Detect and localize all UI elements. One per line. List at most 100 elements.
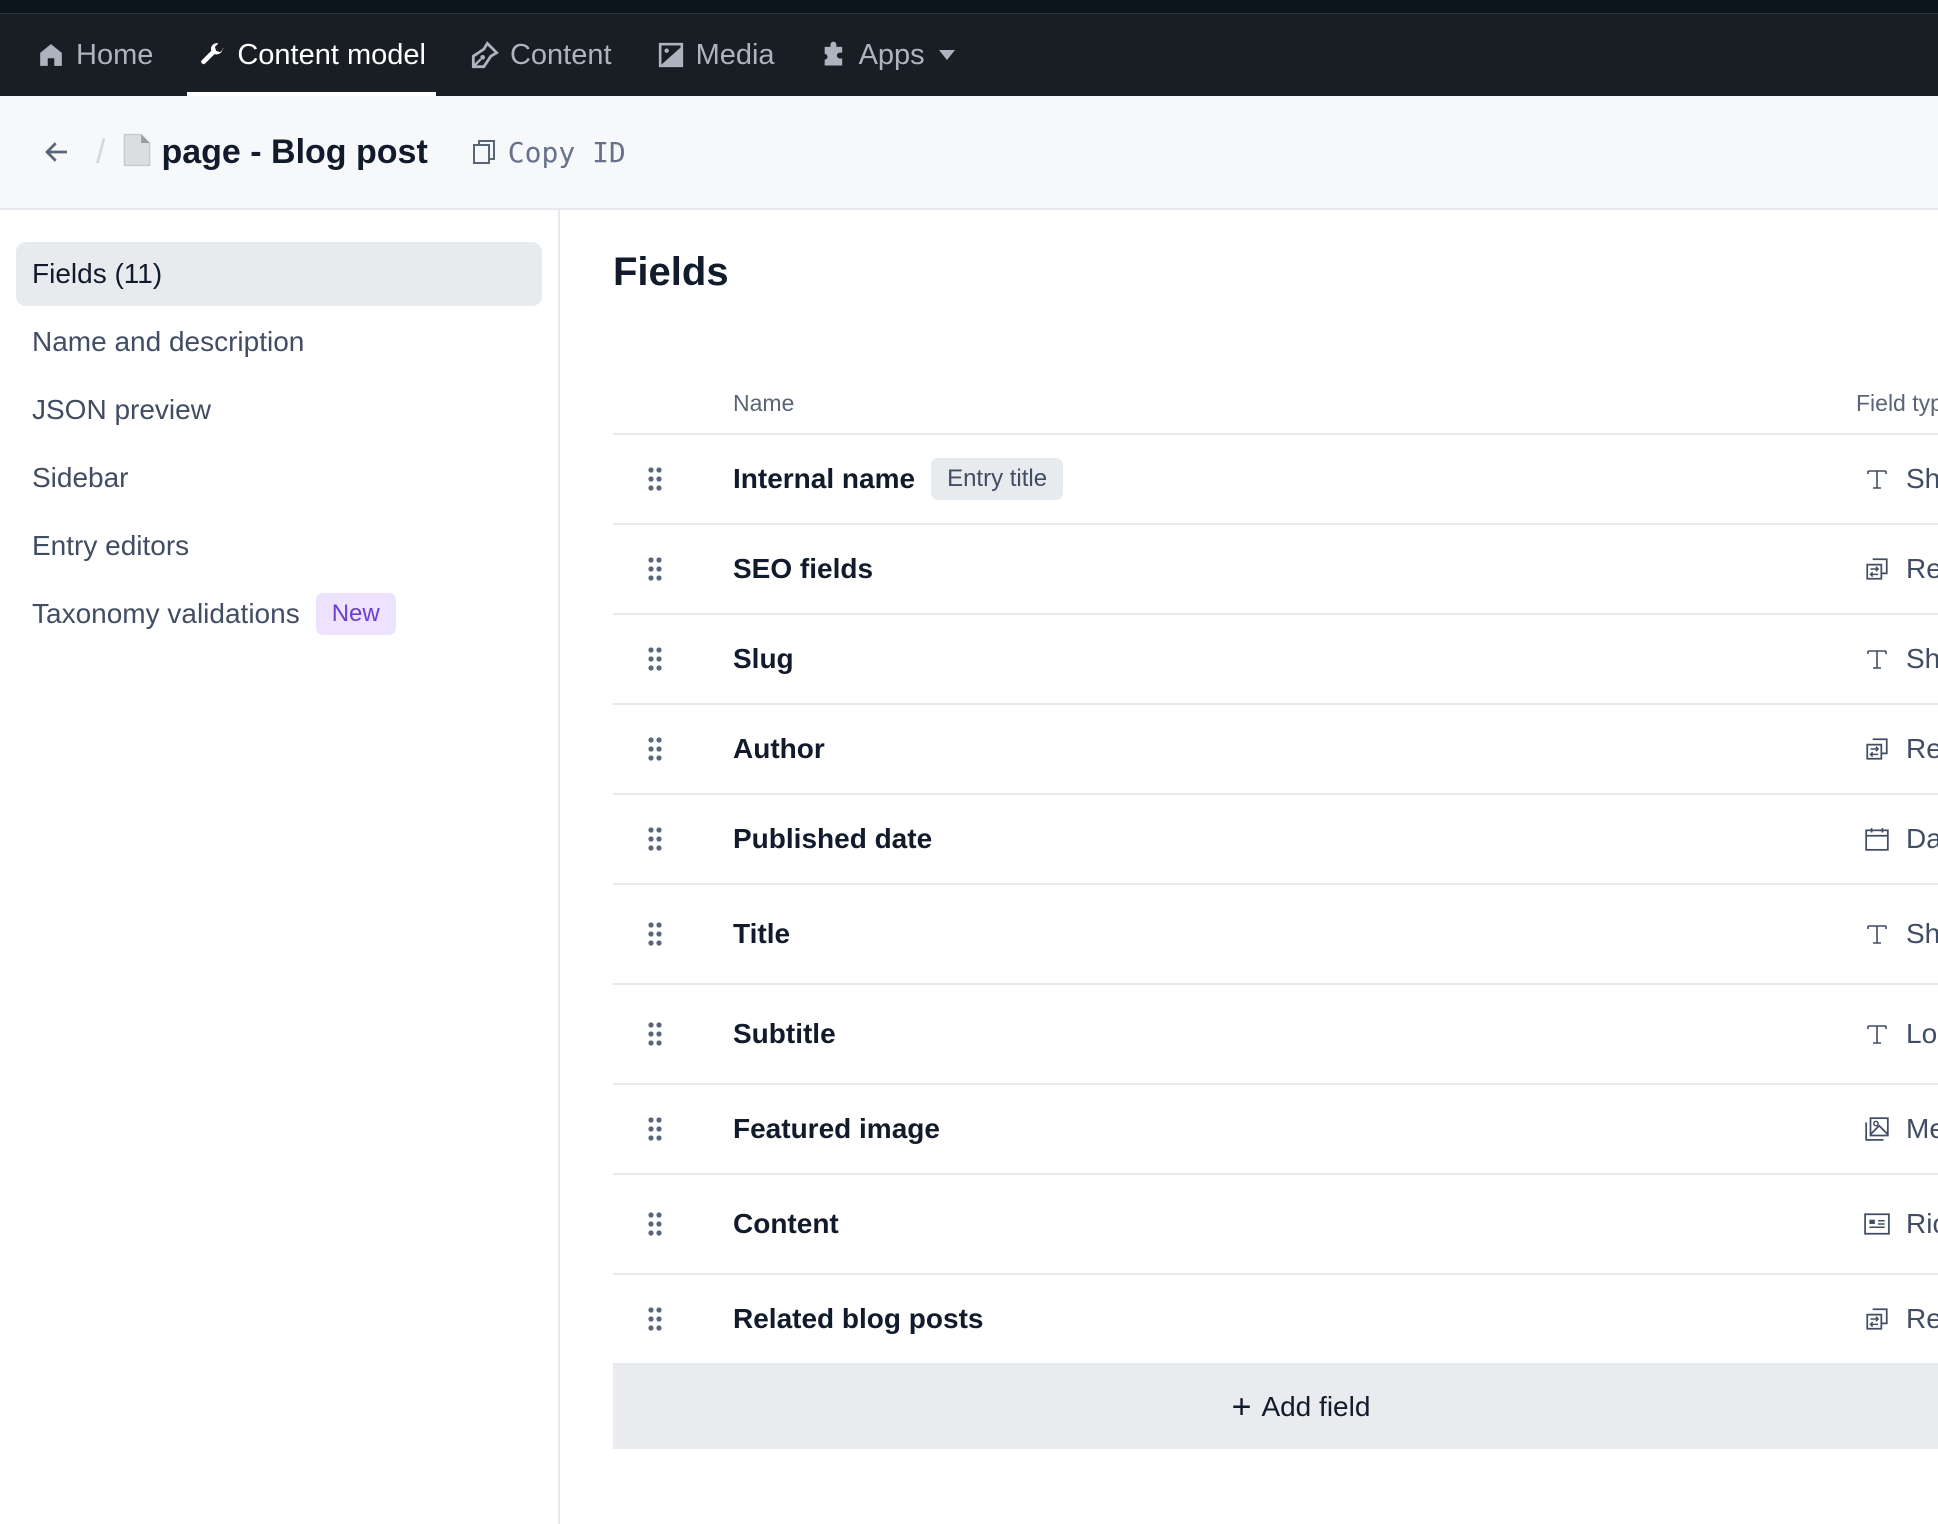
drag-handle-icon[interactable] <box>647 1021 663 1047</box>
text-icon <box>1864 1021 1890 1047</box>
text-icon <box>1864 646 1890 672</box>
field-type-label: Reference <box>1906 553 1938 584</box>
table-row[interactable]: Published date Date & time <box>613 795 1938 885</box>
add-field-label: Add field <box>1261 1391 1371 1422</box>
sidebar-item-sidebar[interactable]: Sidebar <box>16 446 542 510</box>
field-type-label: Rich text <box>1906 1208 1938 1239</box>
section-heading: Fields <box>613 250 729 294</box>
fields-table: Name Field type Internal name Entry title… <box>613 360 1938 1449</box>
field-type: Long text <box>1864 1018 1938 1050</box>
field-type: Short text <box>1864 918 1938 950</box>
sidebar-item-label: Sidebar <box>32 462 129 493</box>
field-type: Short text <box>1864 643 1938 675</box>
drag-handle-icon[interactable] <box>647 921 663 947</box>
table-row[interactable]: Title Short text <box>613 885 1938 985</box>
media-icon <box>1864 1116 1890 1142</box>
table-row[interactable]: Content Rich text <box>613 1175 1938 1275</box>
field-name-text: SEO fields <box>733 553 874 584</box>
field-type: Reference <box>1864 733 1938 765</box>
nav-item-home[interactable]: Home <box>26 14 163 96</box>
breadcrumb: / page - Blog post Copy ID <box>0 96 1938 210</box>
plus-icon: + <box>1231 1387 1252 1426</box>
sidebar-item-json-preview[interactable]: JSON preview <box>16 378 542 442</box>
field-type-label: Short text <box>1906 918 1938 949</box>
sidebar-item-fields[interactable]: Fields (11) <box>16 242 542 306</box>
nav-item-media[interactable]: Media <box>646 14 785 96</box>
nav-item-content-model[interactable]: Content model <box>187 14 436 96</box>
table-row[interactable]: Featured image Media <box>613 1085 1938 1175</box>
nav-item-label: Content <box>509 38 612 71</box>
field-type-label: Media <box>1906 1113 1938 1144</box>
field-name-text: Title <box>733 918 791 949</box>
column-header-name: Name <box>733 390 795 416</box>
pen-nib-icon <box>470 40 500 70</box>
drag-handle-icon[interactable] <box>647 556 663 582</box>
sidebar-item-label: Name and description <box>32 326 305 357</box>
sidebar-item-entry-editors[interactable]: Entry editors <box>16 514 542 578</box>
drag-handle-icon[interactable] <box>647 1306 663 1332</box>
sidebar-item-label: Entry editors <box>32 530 190 561</box>
drag-handle-icon[interactable] <box>647 1211 663 1237</box>
sidebar-item-label: JSON preview <box>32 394 211 425</box>
copy-id-button[interactable]: Copy ID <box>472 136 626 169</box>
breadcrumb-separator: / <box>96 132 106 171</box>
image-icon <box>656 40 686 70</box>
field-type: Rich text <box>1864 1208 1938 1240</box>
table-row[interactable]: Slug Short text <box>613 615 1938 705</box>
field-type-label: Short text <box>1906 643 1938 674</box>
calendar-icon <box>1864 826 1890 852</box>
field-name-text: Featured image <box>733 1113 940 1144</box>
table-row[interactable]: Related blog posts References <box>613 1275 1938 1365</box>
copy-id-label: Copy ID <box>507 135 626 169</box>
rich-text-icon <box>1864 1211 1890 1237</box>
sidebar-item-taxonomy-validations[interactable]: Taxonomy validations New <box>16 582 542 646</box>
copy-icon <box>472 140 495 164</box>
field-name: Related blog posts <box>733 1303 983 1335</box>
table-header: Name Field type <box>613 360 1938 435</box>
nav-item-apps[interactable]: Apps <box>809 14 965 96</box>
field-name-text: Internal name <box>733 463 916 494</box>
drag-handle-icon[interactable] <box>647 736 663 762</box>
table-row[interactable]: Internal name Entry title Short text <box>613 435 1938 525</box>
drag-handle-icon[interactable] <box>647 646 663 672</box>
drag-handle-icon[interactable] <box>647 466 663 492</box>
field-name: Featured image <box>733 1113 940 1145</box>
field-type-label: Short text <box>1906 463 1938 494</box>
main-content: Fields Name Field type Internal name Entr… <box>562 210 1938 1524</box>
window-top-strip <box>0 0 1938 14</box>
table-row[interactable]: Subtitle Long text <box>613 985 1938 1085</box>
field-type-label: Reference <box>1906 733 1938 764</box>
sidebar-item-name-and-description[interactable]: Name and description <box>16 310 542 374</box>
drag-handle-icon[interactable] <box>647 826 663 852</box>
field-name: Internal name Entry title <box>733 458 1064 500</box>
table-row[interactable]: SEO fields Reference <box>613 525 1938 615</box>
text-icon <box>1864 921 1890 947</box>
add-field-button[interactable]: + Add field <box>613 1365 1938 1449</box>
field-name: Subtitle <box>733 1018 836 1050</box>
field-name: Content <box>733 1208 839 1240</box>
text-icon <box>1864 466 1890 492</box>
field-type: References <box>1864 1303 1938 1335</box>
field-type: Media <box>1864 1113 1938 1145</box>
sidebar: Fields (11) Name and description JSON pr… <box>0 210 560 1524</box>
field-name: Author <box>733 733 825 765</box>
chevron-down-icon <box>938 50 955 60</box>
reference-icon <box>1864 556 1890 582</box>
table-row[interactable]: Author Reference <box>613 705 1938 795</box>
field-type: Reference <box>1864 553 1938 585</box>
nav-item-label: Content model <box>237 38 426 71</box>
drag-handle-icon[interactable] <box>647 1116 663 1142</box>
new-badge: New <box>315 593 396 635</box>
field-type-label: Date & time <box>1906 823 1938 854</box>
top-nav: Home Content model Content Media Apps <box>0 14 1938 96</box>
nav-item-content[interactable]: Content <box>460 14 622 96</box>
field-type: Short text <box>1864 463 1938 495</box>
home-icon <box>36 40 66 70</box>
wrench-icon <box>197 40 227 70</box>
arrow-left-icon <box>45 142 67 162</box>
field-name-text: Slug <box>733 643 794 674</box>
field-name: Slug <box>733 643 794 675</box>
field-type: Date & time <box>1864 823 1938 855</box>
document-icon <box>123 133 151 172</box>
back-button[interactable] <box>40 135 74 169</box>
